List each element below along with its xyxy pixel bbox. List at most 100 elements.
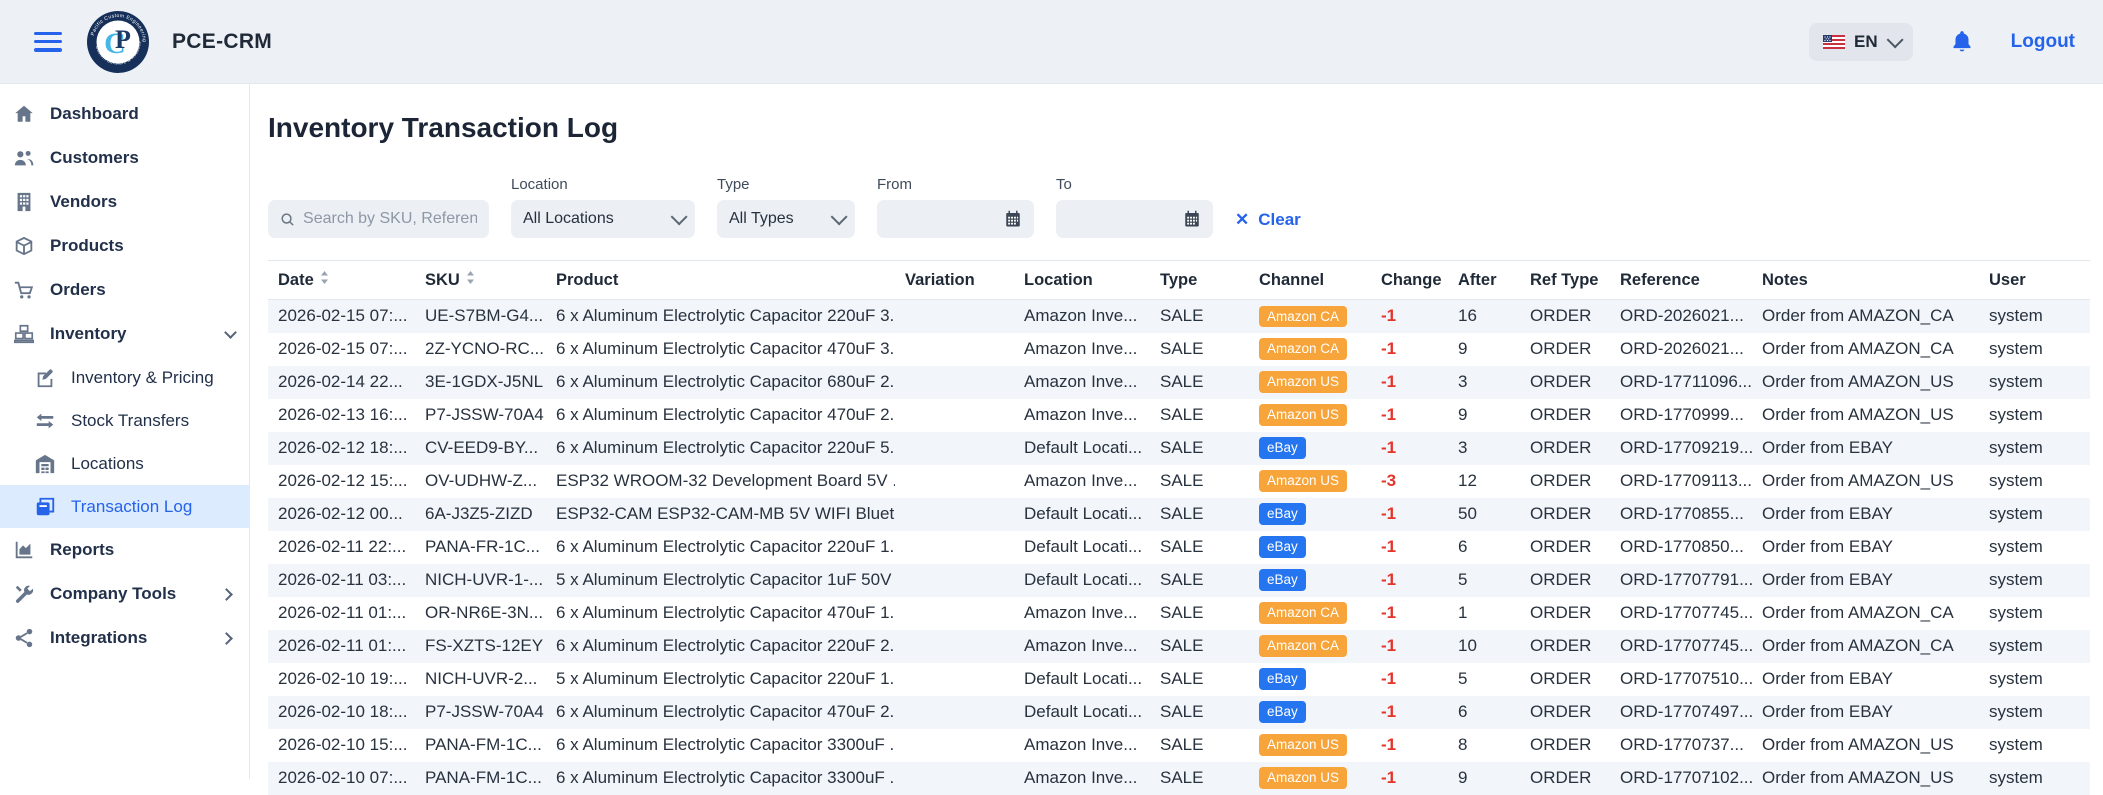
channel-badge: Amazon US: [1259, 734, 1347, 756]
cell-reference: ORD-2026021...: [1610, 333, 1752, 366]
search-input[interactable]: [303, 210, 477, 228]
cell-notes: Order from AMAZON_CA: [1752, 300, 1979, 333]
cell-variation: [895, 597, 1014, 630]
col-header-ref-type: Ref Type: [1520, 261, 1610, 300]
cell-reference: ORD-1770850...: [1610, 531, 1752, 564]
cell-ref-type: ORDER: [1520, 333, 1610, 366]
sidebar-item-stock-transfers[interactable]: Stock Transfers: [0, 399, 249, 442]
cell-variation: [895, 564, 1014, 597]
cell-sku: UE-S7BM-G4...: [415, 300, 546, 333]
clear-filters-button[interactable]: ✕ Clear: [1235, 210, 1301, 238]
cell-type: SALE: [1150, 300, 1249, 333]
table-row: 2026-02-11 03:... NICH-UVR-1-... 5 x Alu…: [268, 564, 2090, 597]
sidebar-item-transaction-log[interactable]: Transaction Log: [0, 485, 249, 528]
table-row: 2026-02-10 15:... PANA-FM-1C... 6 x Alum…: [268, 729, 2090, 762]
col-header-after: After: [1448, 261, 1520, 300]
to-date-label: To: [1056, 176, 1213, 193]
cell-product: 5 x Aluminum Electrolytic Capacitor 220u…: [546, 663, 895, 696]
sidebar-item-dashboard[interactable]: Dashboard: [0, 92, 249, 136]
chevron-down-icon: [831, 208, 848, 225]
cell-channel: Amazon CA: [1249, 630, 1371, 663]
sidebar-item-reports[interactable]: Reports: [0, 528, 249, 572]
cell-change: -1: [1371, 531, 1448, 564]
filter-bar: Location All Locations Type All Types Fr…: [268, 176, 2089, 238]
sidebar-item-vendors[interactable]: Vendors: [0, 180, 249, 224]
sidebar-item-locations[interactable]: Locations: [0, 442, 249, 485]
sidebar-item-inventory[interactable]: Inventory: [0, 312, 249, 356]
cell-change: -1: [1371, 333, 1448, 366]
cell-location: Amazon Inve...: [1014, 366, 1150, 399]
cell-sku: PANA-FR-1C...: [415, 531, 546, 564]
from-date-label: From: [877, 176, 1034, 193]
cell-product: ESP32 WROOM-32 Development Board 5V ...: [546, 465, 895, 498]
cell-type: SALE: [1150, 333, 1249, 366]
from-date-input[interactable]: [877, 200, 1034, 238]
to-date-input[interactable]: [1056, 200, 1213, 238]
language-selector[interactable]: EN: [1809, 23, 1913, 61]
cell-location: Amazon Inve...: [1014, 300, 1150, 333]
type-filter-label: Type: [717, 176, 855, 193]
transaction-table-body: 2026-02-15 07:... UE-S7BM-G4... 6 x Alum…: [268, 300, 2090, 795]
sidebar-item-customers[interactable]: Customers: [0, 136, 249, 180]
cell-user: system: [1979, 762, 2090, 795]
cell-reference: ORD-17711096...: [1610, 366, 1752, 399]
cell-user: system: [1979, 366, 2090, 399]
col-header-location: Location: [1014, 261, 1150, 300]
cell-date: 2026-02-14 22...: [268, 366, 415, 399]
cell-location: Amazon Inve...: [1014, 729, 1150, 762]
logout-link[interactable]: Logout: [2011, 31, 2075, 53]
channel-badge: Amazon US: [1259, 371, 1347, 393]
cell-ref-type: ORDER: [1520, 300, 1610, 333]
chevron-right-icon: [220, 588, 233, 601]
cell-date: 2026-02-15 07:...: [268, 300, 415, 333]
cell-variation: [895, 366, 1014, 399]
cell-channel: eBay: [1249, 432, 1371, 465]
cell-reference: ORD-1770999...: [1610, 399, 1752, 432]
cell-change: -1: [1371, 696, 1448, 729]
cell-location: Default Locati...: [1014, 564, 1150, 597]
cell-location: Default Locati...: [1014, 498, 1150, 531]
hamburger-menu-icon[interactable]: [34, 32, 62, 52]
cell-notes: Order from EBAY: [1752, 564, 1979, 597]
cell-notes: Order from AMAZON_US: [1752, 399, 1979, 432]
type-filter-select[interactable]: All Types: [717, 200, 855, 238]
table-row: 2026-02-11 22:... PANA-FR-1C... 6 x Alum…: [268, 531, 2090, 564]
notifications-bell-icon[interactable]: [1949, 29, 1975, 55]
cell-channel: Amazon US: [1249, 465, 1371, 498]
cell-sku: NICH-UVR-1-...: [415, 564, 546, 597]
sidebar-item-company-tools[interactable]: Company Tools: [0, 572, 249, 616]
col-header-date[interactable]: Date: [268, 261, 415, 300]
channel-badge: eBay: [1259, 701, 1306, 723]
chevron-down-icon: [224, 326, 237, 339]
sidebar-item-integrations[interactable]: Integrations: [0, 616, 249, 660]
home-icon: [12, 103, 35, 126]
cell-date: 2026-02-15 07:...: [268, 333, 415, 366]
cell-change: -1: [1371, 663, 1448, 696]
cell-type: SALE: [1150, 465, 1249, 498]
col-header-sku[interactable]: SKU: [415, 261, 546, 300]
cell-ref-type: ORDER: [1520, 531, 1610, 564]
location-filter-select[interactable]: All Locations: [511, 200, 695, 238]
cell-notes: Order from AMAZON_CA: [1752, 333, 1979, 366]
box-icon: [12, 235, 35, 258]
cell-notes: Order from AMAZON_CA: [1752, 630, 1979, 663]
cell-after: 5: [1448, 564, 1520, 597]
warehouse-icon: [33, 452, 56, 475]
cell-type: SALE: [1150, 597, 1249, 630]
cell-sku: 3E-1GDX-J5NL: [415, 366, 546, 399]
cell-date: 2026-02-13 16:...: [268, 399, 415, 432]
channel-badge: eBay: [1259, 536, 1306, 558]
sidebar-item-orders[interactable]: Orders: [0, 268, 249, 312]
cell-user: system: [1979, 399, 2090, 432]
cell-product: 6 x Aluminum Electrolytic Capacitor 470u…: [546, 597, 895, 630]
sidebar-item-products[interactable]: Products: [0, 224, 249, 268]
sidebar-item-inventory-pricing[interactable]: Inventory & Pricing: [0, 356, 249, 399]
cell-change: -1: [1371, 729, 1448, 762]
building-icon: [12, 191, 35, 214]
cell-change: -1: [1371, 564, 1448, 597]
cell-type: SALE: [1150, 432, 1249, 465]
cell-user: system: [1979, 465, 2090, 498]
cell-after: 6: [1448, 696, 1520, 729]
cell-ref-type: ORDER: [1520, 696, 1610, 729]
cell-after: 3: [1448, 432, 1520, 465]
